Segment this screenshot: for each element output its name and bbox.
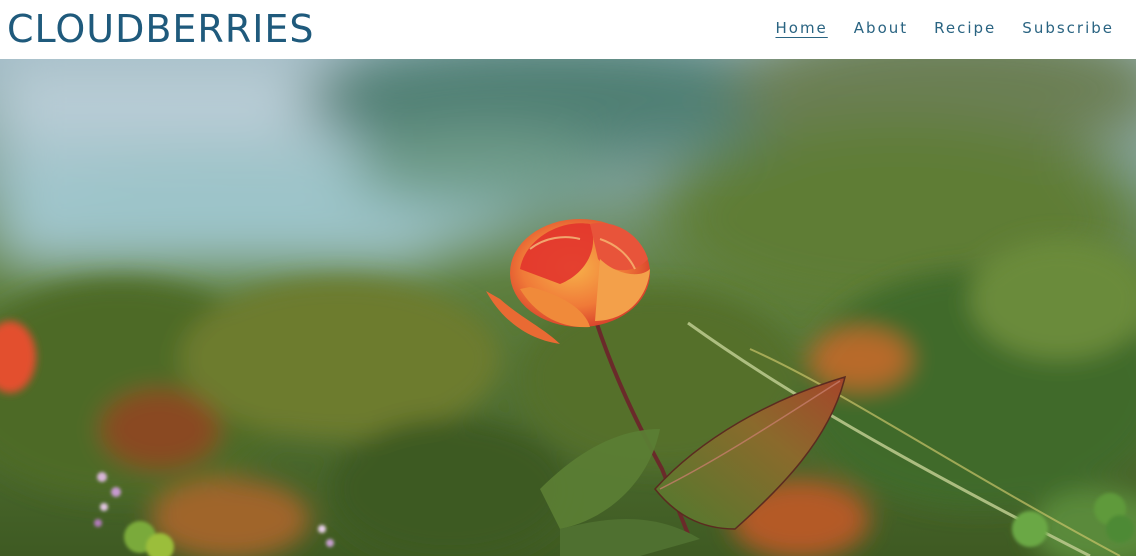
cloudberry-flower-photo (0, 59, 1136, 556)
nav-link-home[interactable]: Home (775, 18, 827, 38)
nav-link-recipe[interactable]: Recipe (934, 18, 996, 38)
site-header: CLOUDBERRIES Home About Recipe Subscribe (0, 0, 1136, 59)
site-logo[interactable]: CLOUDBERRIES (7, 7, 315, 51)
main-nav: Home About Recipe Subscribe (749, 18, 1114, 38)
nav-link-subscribe[interactable]: Subscribe (1022, 18, 1114, 38)
hero-image (0, 59, 1136, 556)
nav-link-about[interactable]: About (854, 18, 908, 38)
